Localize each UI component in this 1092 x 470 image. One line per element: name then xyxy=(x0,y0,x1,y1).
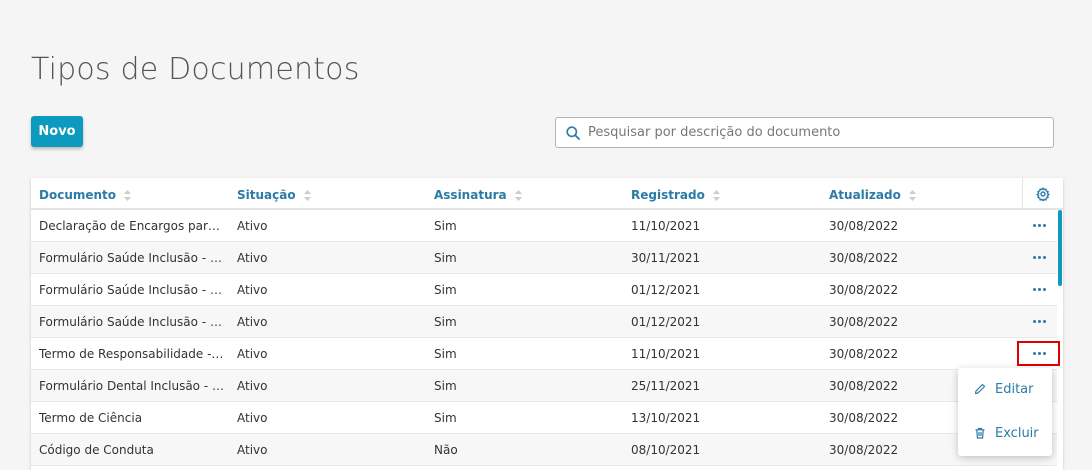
sort-icon[interactable] xyxy=(712,189,720,201)
row-actions-button[interactable] xyxy=(1028,248,1050,266)
table-row[interactable]: Declaração de Encargos para Fins de IR A… xyxy=(31,210,1057,242)
cell-atualizado: 30/08/2022 xyxy=(829,443,899,457)
dot xyxy=(1042,255,1046,259)
cell-registrado: 11/10/2021 xyxy=(631,219,701,233)
sort-icon[interactable] xyxy=(908,189,916,201)
cell-situacao: Ativo xyxy=(237,283,268,297)
column-header-registrado[interactable]: Registrado xyxy=(631,188,720,202)
cell-situacao: Ativo xyxy=(237,443,268,457)
table-header: Documento Situação Assinatura Registrado… xyxy=(31,178,1063,210)
table-row[interactable]: Formulário Saúde Inclusão - Hapvida Ativ… xyxy=(31,242,1057,274)
search-box[interactable] xyxy=(555,117,1054,148)
row-actions-button[interactable] xyxy=(1028,280,1050,298)
new-button[interactable]: Novo xyxy=(31,116,83,147)
edit-menu-item[interactable]: Editar xyxy=(974,379,1034,399)
dot xyxy=(1032,319,1036,323)
cell-atualizado: 30/08/2022 xyxy=(829,379,899,393)
column-label: Registrado xyxy=(631,188,705,202)
selection-highlight xyxy=(1017,341,1060,366)
cell-assinatura: Sim xyxy=(434,219,457,233)
cell-atualizado: 30/08/2022 xyxy=(829,347,899,361)
cell-registrado: 13/10/2021 xyxy=(631,411,701,425)
cell-documento: Código de Conduta xyxy=(39,443,154,457)
column-label: Atualizado xyxy=(829,188,901,202)
row-actions-menu: Editar Excluir xyxy=(958,368,1052,456)
table-row[interactable]: Formulário Dental Inclusão - Hapvida Ati… xyxy=(31,370,1057,402)
column-settings-button[interactable] xyxy=(1022,178,1063,210)
cell-assinatura: Sim xyxy=(434,411,457,425)
cell-atualizado: 30/08/2022 xyxy=(829,219,899,233)
row-actions-button[interactable] xyxy=(1028,216,1050,234)
cell-assinatura: Sim xyxy=(434,251,457,265)
dot xyxy=(1042,319,1046,323)
sort-icon[interactable] xyxy=(124,189,132,201)
cell-assinatura: Não xyxy=(434,443,458,457)
trash-icon xyxy=(975,427,985,439)
dot xyxy=(1032,287,1036,291)
column-header-situacao[interactable]: Situação xyxy=(237,188,311,202)
gear-icon xyxy=(1036,187,1050,201)
cell-documento: Termo de Responsabilidade - Celular xyxy=(39,347,225,361)
column-label: Assinatura xyxy=(434,188,507,202)
cell-situacao: Ativo xyxy=(237,411,268,425)
cell-registrado: 30/11/2021 xyxy=(631,251,701,265)
dot xyxy=(1037,255,1041,259)
cell-situacao: Ativo xyxy=(237,251,268,265)
cell-atualizado: 30/08/2022 xyxy=(829,411,899,425)
documents-table: Documento Situação Assinatura Registrado… xyxy=(31,178,1063,470)
table-row[interactable]: Formulário Saúde Inclusão - ASL Ativo Si… xyxy=(31,306,1057,338)
cell-documento: Formulário Saúde Inclusão - ASL xyxy=(39,283,225,297)
cell-registrado: 01/12/2021 xyxy=(631,315,701,329)
table-row[interactable]: Termo de Ciência Ativo Sim 13/10/2021 30… xyxy=(31,402,1057,434)
page-title: Tipos de Documentos xyxy=(31,52,360,87)
table-row[interactable]: Formulário Saúde Inclusão - ASL Ativo Si… xyxy=(31,274,1057,306)
cell-documento: Declaração de Encargos para Fins de IR xyxy=(39,219,225,233)
cell-atualizado: 30/08/2022 xyxy=(829,283,899,297)
dot xyxy=(1037,223,1041,227)
sort-icon[interactable] xyxy=(303,189,311,201)
row-actions-button[interactable] xyxy=(1028,312,1050,330)
dot xyxy=(1032,223,1036,227)
dot xyxy=(1037,319,1041,323)
cell-situacao: Ativo xyxy=(237,219,268,233)
cell-documento: Formulário Saúde Inclusão - ASL xyxy=(39,315,225,329)
cell-registrado: 01/12/2021 xyxy=(631,283,701,297)
cell-atualizado: 30/08/2022 xyxy=(829,315,899,329)
scrollbar[interactable] xyxy=(1058,210,1062,286)
table-row[interactable]: Termo de Responsabilidade - Celular Ativ… xyxy=(31,338,1057,370)
cell-assinatura: Sim xyxy=(434,347,457,361)
cell-registrado: 08/10/2021 xyxy=(631,443,701,457)
delete-label: Excluir xyxy=(995,425,1039,441)
cell-atualizado: 30/08/2022 xyxy=(829,251,899,265)
edit-label: Editar xyxy=(995,381,1034,397)
dot xyxy=(1037,287,1041,291)
column-label: Documento xyxy=(39,188,117,202)
cell-assinatura: Sim xyxy=(434,315,457,329)
pencil-icon xyxy=(974,383,986,395)
cell-documento: Formulário Saúde Inclusão - Hapvida xyxy=(39,251,225,265)
cell-situacao: Ativo xyxy=(237,347,268,361)
sort-icon[interactable] xyxy=(514,189,522,201)
cell-documento: Termo de Ciência xyxy=(39,411,143,425)
cell-registrado: 11/10/2021 xyxy=(631,347,701,361)
dot xyxy=(1032,255,1036,259)
cell-situacao: Ativo xyxy=(237,379,268,393)
column-header-assinatura[interactable]: Assinatura xyxy=(434,188,522,202)
column-header-documento[interactable]: Documento xyxy=(39,188,132,202)
delete-menu-item[interactable]: Excluir xyxy=(974,423,1039,443)
cell-assinatura: Sim xyxy=(434,283,457,297)
column-label: Situação xyxy=(237,188,296,202)
dot xyxy=(1042,287,1046,291)
cell-registrado: 25/11/2021 xyxy=(631,379,701,393)
search-input[interactable] xyxy=(588,125,1028,140)
table-row[interactable]: Código de Conduta Ativo Não 08/10/2021 3… xyxy=(31,434,1057,466)
cell-documento: Formulário Dental Inclusão - Hapvida xyxy=(39,379,225,393)
cell-situacao: Ativo xyxy=(237,315,268,329)
search-icon xyxy=(566,125,582,141)
cell-assinatura: Sim xyxy=(434,379,457,393)
column-header-atualizado[interactable]: Atualizado xyxy=(829,188,916,202)
dot xyxy=(1042,223,1046,227)
